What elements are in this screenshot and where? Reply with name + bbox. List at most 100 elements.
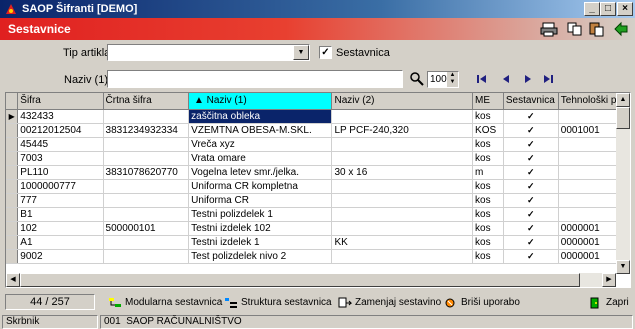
stepper-arrows-icon[interactable]: ▲ ▼: [447, 72, 458, 87]
tip-artikla-select[interactable]: ▼: [107, 44, 310, 61]
checkbox-checked-icon[interactable]: ✓: [526, 139, 536, 149]
sestavnica-cell[interactable]: ✓: [503, 165, 559, 180]
table-cell[interactable]: [331, 207, 474, 222]
row-indicator[interactable]: [6, 137, 19, 152]
column-header-sifra[interactable]: Šifra: [17, 93, 104, 110]
table-cell[interactable]: kos: [472, 109, 504, 124]
table-cell[interactable]: kos: [472, 207, 504, 222]
zamenjaj-sestavino-button[interactable]: Zamenjaj sestavino: [338, 295, 441, 310]
checkbox-checked-icon[interactable]: ✓: [526, 125, 536, 135]
column-header-naziv1[interactable]: ▲ Naziv (1): [188, 93, 333, 110]
limit-stepper[interactable]: 100 ▲ ▼: [427, 71, 459, 88]
table-cell[interactable]: [103, 193, 190, 208]
scroll-left-icon[interactable]: ◀: [6, 273, 20, 287]
scroll-up-icon[interactable]: ▲: [616, 93, 630, 107]
table-cell[interactable]: Test polizdelek nivo 2: [188, 249, 333, 264]
copy-icon[interactable]: [566, 21, 584, 37]
sestavnica-cell[interactable]: ✓: [503, 249, 559, 264]
table-cell[interactable]: VZEMTNA OBESA-M.SKL.: [188, 123, 333, 138]
table-cell[interactable]: 500000101: [103, 221, 190, 236]
table-cell[interactable]: 30 x 16: [331, 165, 474, 180]
table-cell[interactable]: 00212012504: [17, 123, 104, 138]
row-indicator[interactable]: [6, 165, 19, 180]
scroll-right-icon[interactable]: ▶: [602, 273, 616, 287]
row-indicator[interactable]: [6, 207, 19, 222]
table-cell[interactable]: Uniforma CR kompletna: [188, 179, 333, 194]
table-cell[interactable]: Vreča xyz: [188, 137, 333, 152]
current-row-indicator-icon[interactable]: ▶: [6, 109, 19, 124]
scroll-down-icon[interactable]: ▼: [616, 260, 630, 274]
table-cell[interactable]: 432433: [17, 109, 104, 124]
table-row[interactable]: PL110 3831078620770 Vogelna letev smr./jel…: [6, 165, 630, 180]
table-row[interactable]: 777 Uniforma CR kos ✓: [6, 193, 630, 208]
table-cell[interactable]: kos: [472, 151, 504, 166]
table-cell[interactable]: 777: [17, 193, 104, 208]
table-cell[interactable]: KK: [331, 235, 474, 250]
table-cell[interactable]: 3831234932334: [103, 123, 190, 138]
checkbox-checked-icon[interactable]: ✓: [526, 251, 536, 261]
exit-icon[interactable]: [612, 21, 630, 37]
table-cell[interactable]: Vogelna letev smr./jelka.: [188, 165, 333, 180]
vertical-scrollbar[interactable]: ▲ ▼: [616, 93, 630, 274]
table-cell[interactable]: [103, 151, 190, 166]
sestavnica-cell[interactable]: ✓: [503, 179, 559, 194]
table-cell[interactable]: [103, 179, 190, 194]
sestavnica-cell[interactable]: ✓: [503, 221, 559, 236]
print-icon[interactable]: [540, 21, 558, 37]
column-header-sestavnica[interactable]: Sestavnica: [503, 93, 559, 110]
table-cell[interactable]: [331, 151, 474, 166]
close-button[interactable]: ×: [617, 2, 633, 16]
sestavnica-cell[interactable]: ✓: [503, 123, 559, 138]
table-cell[interactable]: kos: [472, 179, 504, 194]
column-header-me[interactable]: ME: [472, 93, 504, 110]
checkbox-checked-icon[interactable]: ✓: [526, 167, 536, 177]
table-cell[interactable]: [103, 207, 190, 222]
table-cell[interactable]: [331, 137, 474, 152]
table-cell[interactable]: [103, 235, 190, 250]
column-header-naziv2[interactable]: Naziv (2): [331, 93, 474, 110]
table-cell[interactable]: Testni izdelek 102: [188, 221, 333, 236]
minimize-button[interactable]: _: [584, 2, 600, 16]
table-cell[interactable]: [331, 249, 474, 264]
table-cell[interactable]: 3831078620770: [103, 165, 190, 180]
table-cell[interactable]: kos: [472, 235, 504, 250]
table-row[interactable]: 7003 Vrata omare kos ✓: [6, 151, 630, 166]
table-cell[interactable]: 102: [17, 221, 104, 236]
table-row[interactable]: 45445 Vreča xyz kos ✓: [6, 137, 630, 152]
checkbox-checked-icon[interactable]: ✓: [526, 153, 536, 163]
table-cell[interactable]: 9002: [17, 249, 104, 264]
table-cell[interactable]: LP PCF-240,320: [331, 123, 474, 138]
table-row[interactable]: 00212012504 3831234932334 VZEMTNA OBESA-M.…: [6, 123, 630, 138]
last-record-icon[interactable]: [542, 73, 554, 88]
row-indicator[interactable]: [6, 151, 19, 166]
table-row[interactable]: A1 Testni izdelek 1 KK kos ✓ 0000001: [6, 235, 630, 250]
table-cell[interactable]: m: [472, 165, 504, 180]
table-cell[interactable]: Testni polizdelek 1: [188, 207, 333, 222]
table-cell[interactable]: Testni izdelek 1: [188, 235, 333, 250]
table-cell[interactable]: KOS: [472, 123, 504, 138]
table-cell[interactable]: [331, 179, 474, 194]
sestavnica-cell[interactable]: ✓: [503, 207, 559, 222]
table-cell[interactable]: B1: [17, 207, 104, 222]
table-row[interactable]: 102 500000101 Testni izdelek 102 kos ✓ 000000…: [6, 221, 630, 236]
checkbox-checked-icon[interactable]: ✓: [526, 209, 536, 219]
sestavnica-cell[interactable]: ✓: [503, 193, 559, 208]
checkbox-checked-icon[interactable]: ✓: [526, 237, 536, 247]
table-cell[interactable]: Vrata omare: [188, 151, 333, 166]
horizontal-scrollbar[interactable]: ◀ ▶: [6, 273, 616, 287]
sestavnica-cell[interactable]: ✓: [503, 235, 559, 250]
chevron-down-icon[interactable]: ▼: [293, 45, 309, 60]
table-cell[interactable]: [103, 137, 190, 152]
table-cell[interactable]: kos: [472, 193, 504, 208]
row-indicator[interactable]: [6, 235, 19, 250]
table-row[interactable]: 9002 Test polizdelek nivo 2 kos ✓ 0000001: [6, 249, 630, 264]
struktura-sestavnica-button[interactable]: Struktura sestavnica: [224, 295, 332, 310]
checkbox-checked-icon[interactable]: ✓: [526, 111, 536, 121]
sestavnica-cell[interactable]: ✓: [503, 109, 559, 124]
sestavnica-cell[interactable]: ✓: [503, 137, 559, 152]
table-cell[interactable]: zaščitna obleka: [188, 109, 333, 124]
table-cell[interactable]: [103, 249, 190, 264]
row-indicator[interactable]: [6, 123, 19, 138]
table-row[interactable]: ▶ 432433 zaščitna obleka kos ✓: [6, 109, 630, 124]
row-indicator[interactable]: [6, 193, 19, 208]
